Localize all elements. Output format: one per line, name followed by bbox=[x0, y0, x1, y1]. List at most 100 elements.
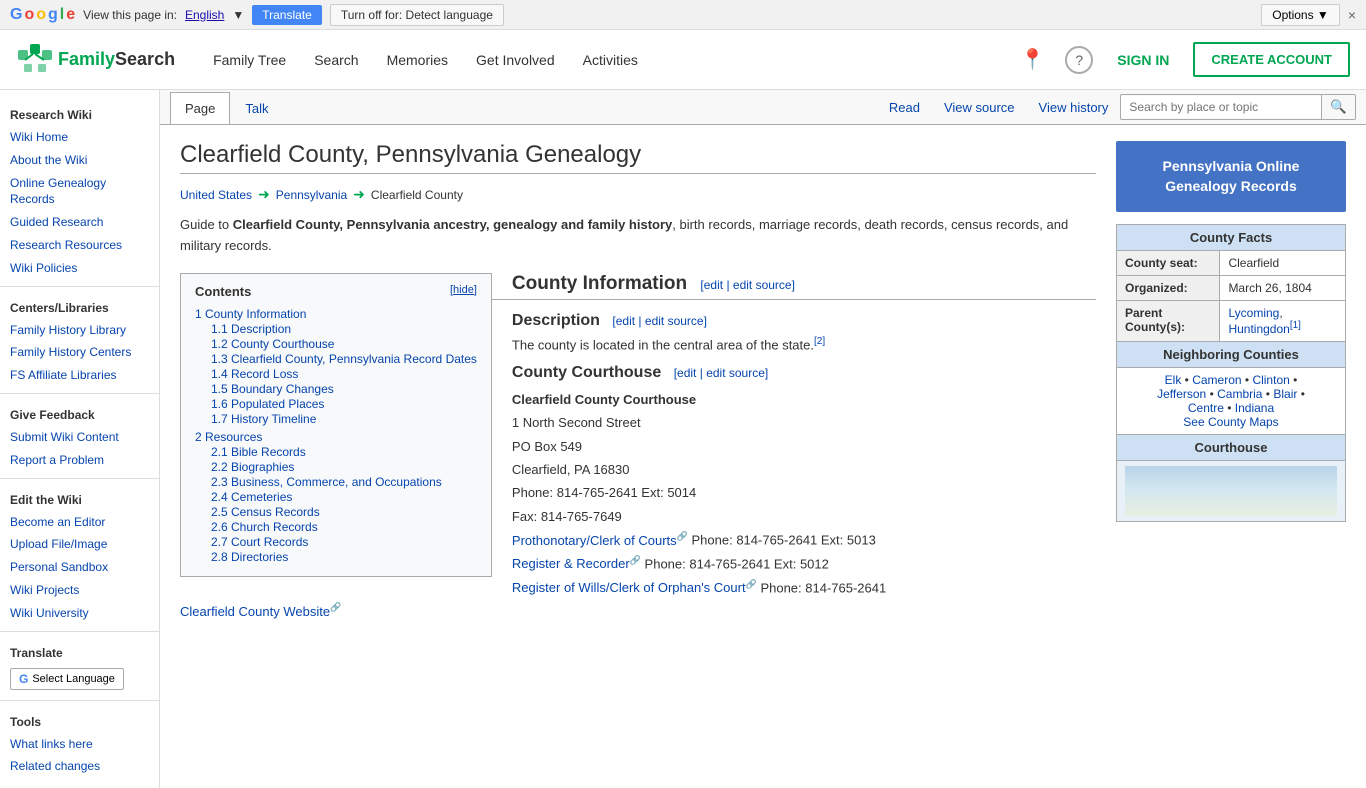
tab-view-source[interactable]: View source bbox=[932, 92, 1027, 123]
sidebar-link-wiki-home[interactable]: Wiki Home bbox=[0, 126, 159, 149]
breadcrumb-pa[interactable]: Pennsylvania bbox=[276, 188, 347, 202]
prothonotary-phone: Phone: 814-765-2641 Ext: 5013 bbox=[692, 533, 876, 548]
nav-memories[interactable]: Memories bbox=[373, 30, 462, 90]
tab-talk[interactable]: Talk bbox=[230, 92, 283, 124]
logo-icon bbox=[16, 42, 52, 78]
pa-online-btn[interactable]: Pennsylvania OnlineGenealogy Records bbox=[1116, 141, 1346, 212]
nav-search[interactable]: Search bbox=[300, 30, 372, 90]
sidebar-link-what-links-here[interactable]: What links here bbox=[0, 733, 159, 756]
prothonotary-link[interactable]: Prothonotary/Clerk of Courts bbox=[512, 533, 688, 548]
courthouse-edit-source-link[interactable]: edit source bbox=[706, 366, 765, 380]
wiki-search-input[interactable] bbox=[1121, 96, 1321, 118]
sidebar-link-related-changes[interactable]: Related changes bbox=[0, 755, 159, 778]
contents-title: Contents [hide] bbox=[195, 284, 477, 299]
breadcrumb-us[interactable]: United States bbox=[180, 188, 252, 202]
sidebar-link-personal-sandbox[interactable]: Personal Sandbox bbox=[0, 556, 159, 579]
register-recorder-link[interactable]: Register & Recorder bbox=[512, 556, 641, 571]
toc-link-2-5[interactable]: 2.5 Census Records bbox=[211, 505, 320, 519]
desc-footnote: [2] bbox=[814, 336, 825, 347]
see-county-maps-link[interactable]: See County Maps bbox=[1183, 415, 1278, 429]
wiki-search-button[interactable]: 🔍 bbox=[1321, 95, 1355, 119]
centre-link[interactable]: Centre bbox=[1188, 401, 1224, 415]
jefferson-link[interactable]: Jefferson bbox=[1157, 387, 1206, 401]
sidebar-link-wiki-projects[interactable]: Wiki Projects bbox=[0, 579, 159, 602]
toc-link-2-3[interactable]: 2.3 Business, Commerce, and Occupations bbox=[211, 475, 442, 489]
sidebar-link-family-history-library[interactable]: Family History Library bbox=[0, 319, 159, 342]
cambria-link[interactable]: Cambria bbox=[1217, 387, 1262, 401]
cameron-link[interactable]: Cameron bbox=[1192, 373, 1241, 387]
sidebar-section-research-wiki: Research Wiki bbox=[0, 100, 159, 126]
toc-link-2-1[interactable]: 2.1 Bible Records bbox=[211, 445, 306, 459]
toc-link-2-8[interactable]: 2.8 Directories bbox=[211, 550, 288, 564]
nav-activities[interactable]: Activities bbox=[569, 30, 652, 90]
sidebar-section-tools: Tools bbox=[0, 707, 159, 733]
sidebar-link-research-resources[interactable]: Research Resources bbox=[0, 234, 159, 257]
select-language-button[interactable]: G Select Language bbox=[10, 668, 124, 690]
translate-button[interactable]: Translate bbox=[252, 5, 322, 25]
toc-link-1-5[interactable]: 1.5 Boundary Changes bbox=[211, 382, 334, 396]
county-website-link[interactable]: Clearfield County Website bbox=[180, 604, 341, 619]
toc-link-1[interactable]: 1 County Information bbox=[195, 307, 306, 321]
contents-box: Contents [hide] 1 County Information 1.1… bbox=[180, 273, 492, 577]
sign-in-button[interactable]: SIGN IN bbox=[1109, 52, 1177, 68]
clinton-link[interactable]: Clinton bbox=[1252, 373, 1289, 387]
contents-hide-link[interactable]: [hide] bbox=[450, 284, 477, 299]
toc-link-2-4[interactable]: 2.4 Cemeteries bbox=[211, 490, 292, 504]
sidebar-link-about-wiki[interactable]: About the Wiki bbox=[0, 149, 159, 172]
turn-off-button[interactable]: Turn off for: Detect language bbox=[330, 4, 504, 26]
content-area: Page Talk Read View source View history … bbox=[160, 90, 1366, 788]
sidebar-link-family-history-centers[interactable]: Family History Centers bbox=[0, 341, 159, 364]
huntingdon-link[interactable]: Huntingdon bbox=[1228, 322, 1289, 336]
breadcrumb: United States ➜ Pennsylvania ➜ Clearfiel… bbox=[180, 186, 1096, 203]
sidebar-link-upload-file[interactable]: Upload File/Image bbox=[0, 533, 159, 556]
sidebar-link-report-problem[interactable]: Report a Problem bbox=[0, 449, 159, 472]
sidebar-link-guided-research[interactable]: Guided Research bbox=[0, 211, 159, 234]
tab-read[interactable]: Read bbox=[877, 92, 932, 123]
nav-family-tree[interactable]: Family Tree bbox=[199, 30, 300, 90]
help-icon-button[interactable]: ? bbox=[1065, 46, 1093, 74]
sidebar-link-submit-wiki[interactable]: Submit Wiki Content bbox=[0, 426, 159, 449]
toc-link-1-3[interactable]: 1.3 Clearfield County, Pennsylvania Reco… bbox=[211, 352, 477, 366]
county-info-edit-source-link[interactable]: edit source bbox=[733, 278, 792, 292]
logo[interactable]: FamilySearch bbox=[16, 42, 175, 78]
sidebar-section-centers: Centers/Libraries bbox=[0, 293, 159, 319]
courthouse-edit-link[interactable]: edit bbox=[677, 366, 696, 380]
sidebar-link-become-editor[interactable]: Become an Editor bbox=[0, 511, 159, 534]
toc-link-1-6[interactable]: 1.6 Populated Places bbox=[211, 397, 324, 411]
lycoming-link[interactable]: Lycoming bbox=[1228, 306, 1279, 320]
toc-link-1-7[interactable]: 1.7 History Timeline bbox=[211, 412, 316, 426]
translate-bar: Google View this page in: English ▼ Tran… bbox=[0, 0, 1366, 30]
toc-link-2-7[interactable]: 2.7 Court Records bbox=[211, 535, 308, 549]
elk-link[interactable]: Elk bbox=[1165, 373, 1182, 387]
toc-link-1-4[interactable]: 1.4 Record Loss bbox=[211, 367, 298, 381]
register-wills-link[interactable]: Register of Wills/Clerk of Orphan's Cour… bbox=[512, 580, 757, 595]
desc-edit-source-link[interactable]: edit source bbox=[645, 314, 704, 328]
blair-link[interactable]: Blair bbox=[1273, 387, 1297, 401]
indiana-link[interactable]: Indiana bbox=[1235, 401, 1274, 415]
tab-view-history[interactable]: View history bbox=[1027, 92, 1121, 123]
toc-link-1-1[interactable]: 1.1 Description bbox=[211, 322, 291, 336]
courthouse-name: Clearfield County Courthouse bbox=[512, 392, 696, 407]
header: FamilySearch Family Tree Search Memories… bbox=[0, 30, 1366, 90]
toc-link-2-6[interactable]: 2.6 Church Records bbox=[211, 520, 318, 534]
toc-link-2-2[interactable]: 2.2 Biographies bbox=[211, 460, 294, 474]
desc-edit-link[interactable]: edit bbox=[616, 314, 635, 328]
sidebar-link-fs-affiliate[interactable]: FS Affiliate Libraries bbox=[0, 364, 159, 387]
create-account-button[interactable]: CREATE ACCOUNT bbox=[1193, 42, 1350, 77]
county-info-edit-link[interactable]: edit bbox=[704, 278, 723, 292]
location-icon-button[interactable]: 📍 bbox=[1016, 43, 1049, 76]
toc-list: 1 County Information 1.1 Description 1.2… bbox=[195, 307, 477, 564]
options-button[interactable]: Options ▼ bbox=[1261, 4, 1340, 26]
sidebar-link-wiki-policies[interactable]: Wiki Policies bbox=[0, 257, 159, 280]
tab-page[interactable]: Page bbox=[170, 92, 230, 124]
organized-label: Organized: bbox=[1117, 276, 1220, 301]
toc-link-1-2[interactable]: 1.2 County Courthouse bbox=[211, 337, 334, 351]
sidebar-link-wiki-university[interactable]: Wiki University bbox=[0, 602, 159, 625]
sidebar-link-online-records[interactable]: Online Genealogy Records bbox=[0, 172, 159, 212]
close-translate-button[interactable]: × bbox=[1348, 7, 1356, 23]
toc-link-2[interactable]: 2 Resources bbox=[195, 430, 262, 444]
main-layout: Research Wiki Wiki Home About the Wiki O… bbox=[0, 90, 1366, 788]
right-sidebar: Pennsylvania OnlineGenealogy Records Cou… bbox=[1116, 141, 1346, 772]
language-link[interactable]: English bbox=[185, 8, 224, 22]
nav-get-involved[interactable]: Get Involved bbox=[462, 30, 569, 90]
